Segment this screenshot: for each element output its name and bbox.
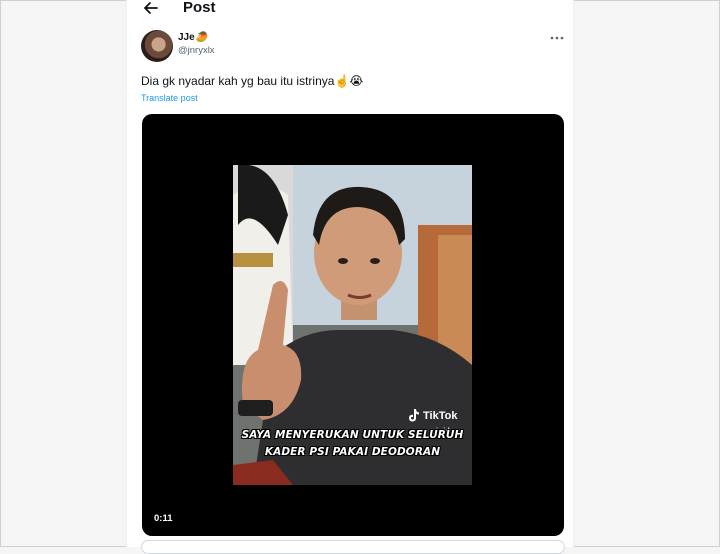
author-display-name[interactable]: JJe [178,32,195,44]
tiktok-watermark: TikTok [408,409,457,422]
tweet-body: Dia gk nyadar kah yg bau itu istrinya [141,74,335,88]
avatar[interactable] [141,30,173,62]
video-duration: 0:11 [154,513,173,524]
post-header: Post [127,0,573,20]
next-element-edge [141,540,565,554]
tweet-text: Dia gk nyadar kah yg bau itu istrinya☝️😭 [141,73,363,89]
tiktok-label: TikTok [423,409,458,422]
caption-line-1: SAYA MENYERUKAN UNTUK SELURUH [241,429,464,441]
caption-line-2: KADER PSI PAKAI DEODORAN [264,446,441,458]
video-player[interactable]: TikTok iz.id SAYA MENYERUKAN UNTUK SELUR… [142,114,564,536]
arrow-left-icon [144,2,158,14]
post-column: Post JJe 🥭 @jnryxlx Dia gk nyadar kah yg… [126,0,574,554]
ellipsis-icon [550,36,564,40]
video-frame: TikTok iz.id SAYA MENYERUKAN UNTUK SELUR… [233,165,472,485]
translate-link[interactable]: Translate post [141,92,198,104]
page-title: Post [183,0,216,16]
author-handle[interactable]: @jnryxlx [178,45,215,57]
video-caption: SAYA MENYERUKAN UNTUK SELURUH KADER PSI … [233,427,472,461]
tiktok-icon [409,409,419,422]
author-name-row[interactable]: JJe 🥭 [178,32,208,44]
name-emoji: 🥭 [195,32,209,43]
more-options-button[interactable] [549,32,565,44]
back-button[interactable] [140,0,162,18]
tweet-emoji: ☝️😭 [334,74,364,88]
